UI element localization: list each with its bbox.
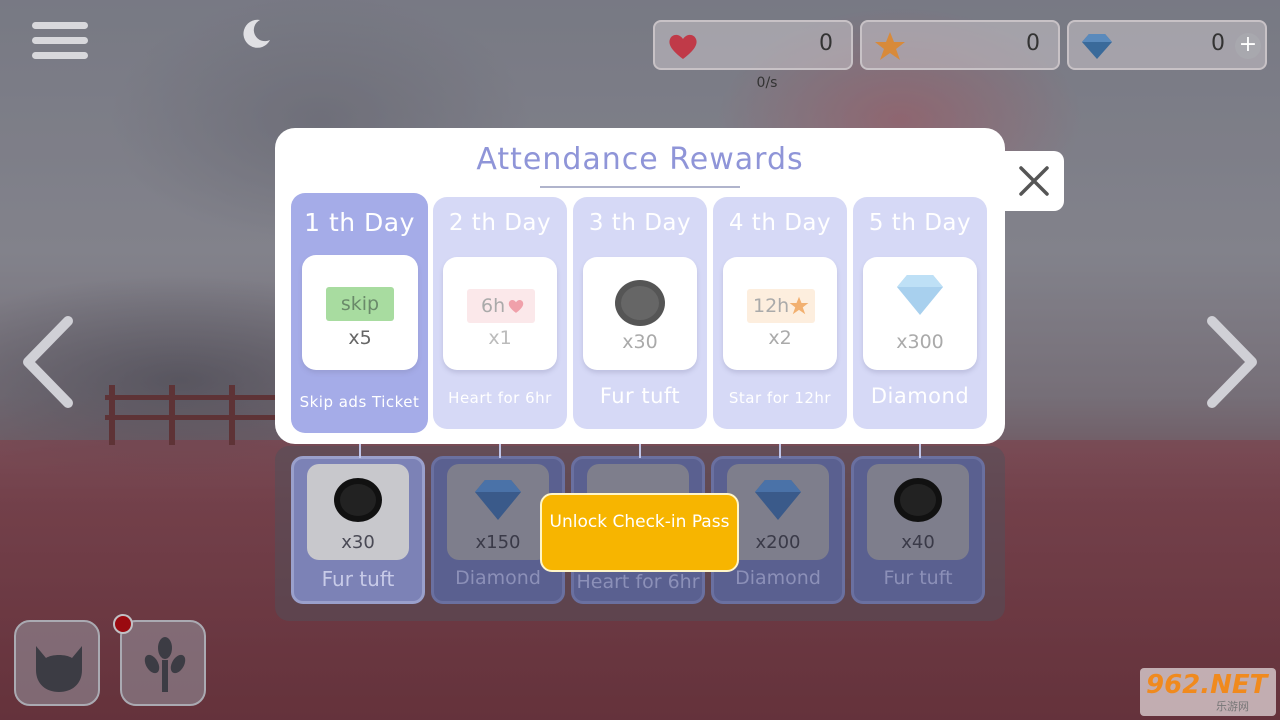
day-label: 1 th Day bbox=[304, 208, 415, 237]
fur-tuft-icon bbox=[615, 280, 665, 326]
reward-qty: x2 bbox=[768, 327, 792, 349]
menu-button[interactable] bbox=[32, 22, 88, 66]
prev-arrow-icon[interactable] bbox=[18, 315, 78, 410]
day-label: 3 th Day bbox=[588, 210, 692, 236]
reward-day-5[interactable]: 5 th Day x300 Diamond bbox=[853, 197, 987, 429]
cat-button[interactable] bbox=[14, 620, 100, 706]
heart-icon bbox=[669, 34, 697, 59]
premium-reward-qty: x40 bbox=[901, 532, 935, 553]
premium-reward-day-5: x40 Fur tuft bbox=[851, 456, 985, 604]
reward-qty: x5 bbox=[348, 327, 372, 349]
diamonds-counter: 0 + bbox=[1067, 20, 1267, 70]
reward-box: skip x5 bbox=[302, 255, 418, 370]
hearts-value: 0 bbox=[819, 31, 833, 56]
premium-reward-qty: x150 bbox=[475, 532, 521, 553]
reward-day-3[interactable]: 3 th Day x30 Fur tuft bbox=[573, 197, 707, 429]
reward-qty: x30 bbox=[622, 331, 658, 353]
watermark-brand: 962.NET bbox=[1146, 670, 1268, 700]
premium-reward-box: x150 bbox=[447, 464, 549, 560]
tree-icon bbox=[144, 637, 186, 692]
dialog-title: Attendance Rewards bbox=[476, 142, 804, 177]
heart-icon bbox=[508, 300, 524, 313]
hearts-counter: 0 bbox=[653, 20, 853, 70]
add-diamonds-button[interactable]: + bbox=[1235, 33, 1261, 59]
reward-day-4[interactable]: 4 th Day 12h x2 Star for 12hr bbox=[713, 197, 847, 429]
watermark-sub: 乐游网 bbox=[1216, 700, 1249, 713]
watermark-logo: 962.NET 乐游网 bbox=[1140, 668, 1276, 716]
menu-line bbox=[32, 37, 88, 44]
cat-icon bbox=[36, 646, 82, 692]
diamond-icon bbox=[755, 480, 801, 520]
notification-badge bbox=[113, 614, 133, 634]
ticket-text: 12h bbox=[753, 295, 790, 317]
premium-reward-box: x200 bbox=[727, 464, 829, 560]
ticket-text: 6h bbox=[481, 295, 506, 317]
premium-reward-qty: x30 bbox=[341, 532, 375, 553]
day-label: 4 th Day bbox=[728, 210, 832, 236]
premium-reward-name: Fur tuft bbox=[321, 567, 395, 591]
income-rate: 0/s bbox=[756, 75, 778, 91]
reward-qty: x1 bbox=[488, 327, 512, 349]
premium-reward-day-1: x30 Fur tuft bbox=[291, 456, 425, 604]
stars-value: 0 bbox=[1026, 31, 1040, 56]
reward-box: 6h x1 bbox=[443, 257, 557, 370]
premium-reward-qty: x200 bbox=[755, 532, 801, 553]
fur-tuft-icon bbox=[334, 478, 382, 522]
premium-reward-name: Fur tuft bbox=[883, 567, 953, 589]
close-icon bbox=[1019, 166, 1049, 196]
star-ticket-icon: 12h bbox=[747, 289, 815, 323]
premium-reward-name: Heart for 6hr bbox=[576, 571, 700, 593]
skip-ticket-icon: skip bbox=[326, 287, 394, 321]
close-button[interactable] bbox=[1004, 151, 1064, 211]
star-icon bbox=[789, 296, 809, 315]
tree-button[interactable] bbox=[120, 620, 206, 706]
star-icon bbox=[875, 32, 905, 60]
premium-reward-box: x40 bbox=[867, 464, 969, 560]
reward-box: 12h x2 bbox=[723, 257, 837, 370]
reward-name: Skip ads Ticket bbox=[299, 393, 420, 411]
stars-counter: 0 bbox=[860, 20, 1060, 70]
diamond-icon bbox=[475, 480, 521, 520]
heart-ticket-icon: 6h bbox=[467, 289, 535, 323]
menu-line bbox=[32, 22, 88, 29]
fur-tuft-icon bbox=[894, 478, 942, 522]
title-divider bbox=[540, 186, 740, 188]
day-label: 5 th Day bbox=[868, 210, 972, 236]
moon-icon bbox=[243, 19, 270, 48]
day-label: 2 th Day bbox=[448, 210, 552, 236]
next-arrow-icon[interactable] bbox=[1202, 315, 1262, 410]
unlock-check-in-pass-button[interactable]: Unlock Check-in Pass bbox=[540, 493, 739, 572]
reward-box: x30 bbox=[583, 257, 697, 370]
reward-box: x300 bbox=[863, 257, 977, 370]
premium-reward-name: Diamond bbox=[735, 567, 821, 589]
diamond-icon bbox=[1082, 34, 1112, 59]
reward-name: Diamond bbox=[870, 384, 970, 408]
diamond-icon bbox=[897, 275, 943, 315]
premium-reward-box: x30 bbox=[307, 464, 409, 560]
diamonds-value: 0 bbox=[1211, 31, 1225, 56]
premium-reward-name: Diamond bbox=[455, 567, 541, 589]
reward-day-1[interactable]: 1 th Day skip x5 Skip ads Ticket bbox=[291, 193, 428, 433]
reward-name: Star for 12hr bbox=[728, 389, 832, 407]
reward-name: Heart for 6hr bbox=[448, 389, 552, 407]
reward-qty: x300 bbox=[896, 331, 944, 353]
reward-day-2[interactable]: 2 th Day 6h x1 Heart for 6hr bbox=[433, 197, 567, 429]
reward-name: Fur tuft bbox=[599, 384, 681, 408]
menu-line bbox=[32, 52, 88, 59]
